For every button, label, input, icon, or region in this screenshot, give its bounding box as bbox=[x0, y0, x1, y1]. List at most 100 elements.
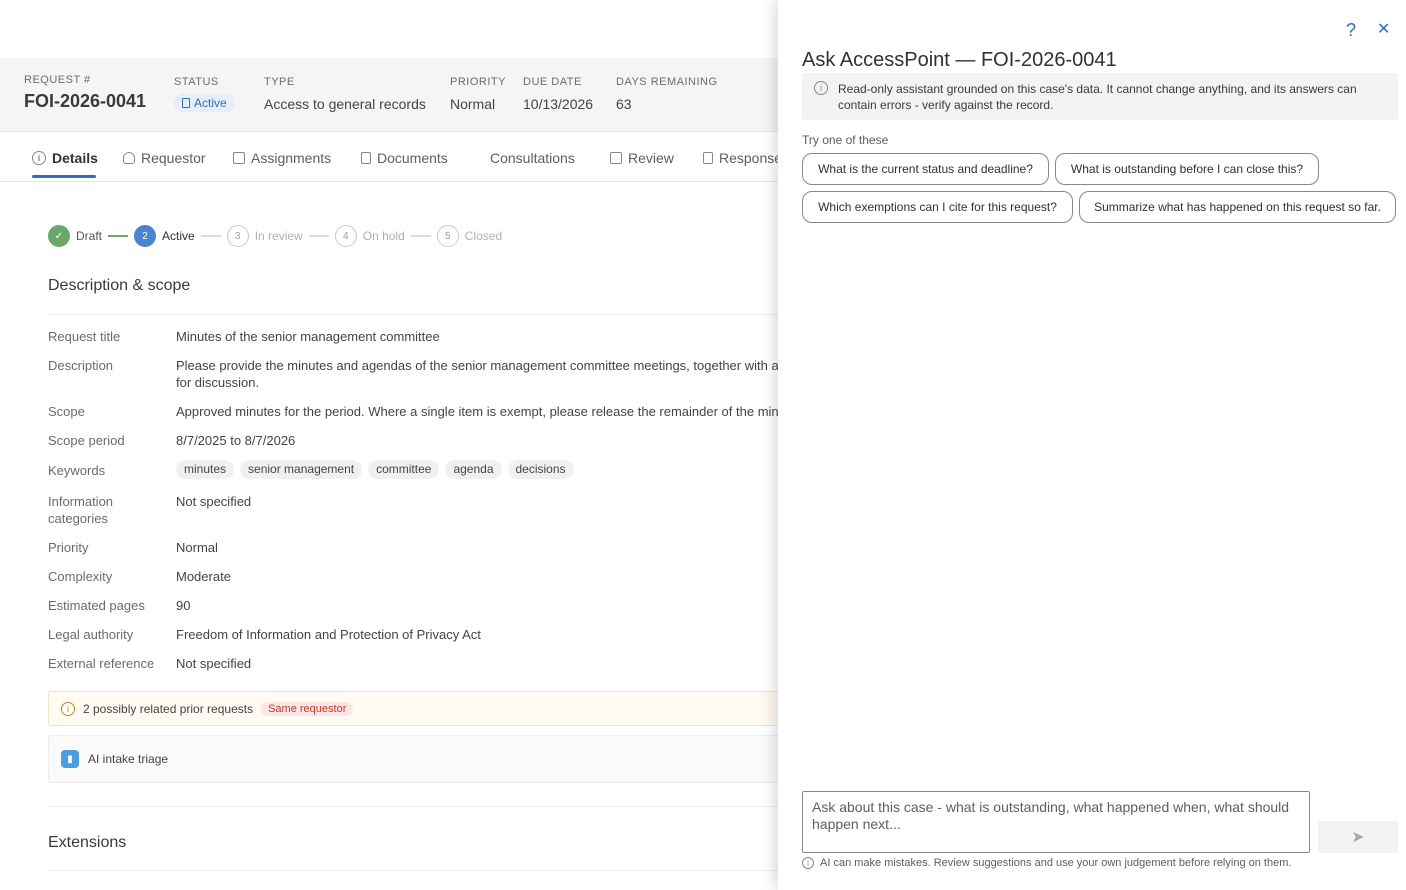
keyword-chip: senior management bbox=[240, 460, 363, 479]
summary-status: STATUS Active bbox=[174, 76, 235, 112]
step-in-review-marker: 3 bbox=[226, 225, 249, 247]
info-icon: i bbox=[802, 857, 814, 869]
read-only-notice: i Read-only assistant grounded on this c… bbox=[802, 73, 1398, 120]
section-divider bbox=[48, 806, 788, 807]
close-icon[interactable]: ✕ bbox=[1377, 20, 1390, 40]
step-active-label: Active bbox=[162, 229, 195, 243]
read-only-notice-text: Read-only assistant grounded on this cas… bbox=[838, 82, 1357, 112]
field-value: Not specified bbox=[176, 656, 252, 671]
suggestion-exemptions[interactable]: Which exemptions can I cite for this req… bbox=[802, 191, 1073, 223]
keyword-chip: committee bbox=[368, 460, 440, 479]
tab-documents[interactable]: Documents bbox=[361, 146, 448, 170]
tab-consultations[interactable]: Consultations bbox=[490, 146, 575, 170]
suggestion-summarize-history[interactable]: Summarize what has happened on this requ… bbox=[1079, 191, 1396, 223]
field-label: Scope period bbox=[48, 433, 125, 448]
send-icon: ➤ bbox=[1351, 829, 1365, 846]
keyword-chip: agenda bbox=[445, 460, 502, 479]
step-connector bbox=[410, 235, 431, 237]
step-on-hold-label: On hold bbox=[362, 229, 405, 243]
tab-review-label: Review bbox=[628, 150, 674, 166]
same-requestor-badge: Same requestor bbox=[261, 701, 354, 716]
request-number: FOI-2026-0041 bbox=[24, 91, 147, 111]
status-badge-text: Active bbox=[194, 96, 227, 110]
status-badge: Active bbox=[174, 94, 235, 112]
ai-intake-triage-card[interactable]: ▮ AI intake triage bbox=[48, 735, 788, 783]
summary-type: TYPE Access to general records bbox=[264, 76, 426, 112]
tab-response[interactable]: Response bbox=[703, 146, 782, 170]
assignments-icon bbox=[233, 152, 245, 164]
due-date-value: 10/13/2026 bbox=[523, 96, 594, 112]
keyword-chip: minutes bbox=[176, 460, 235, 479]
step-active-marker: 2 bbox=[134, 225, 157, 247]
ai-intake-triage-label: AI intake triage bbox=[88, 752, 169, 766]
ask-question-input[interactable] bbox=[802, 791, 1310, 853]
field-label: Priority bbox=[48, 540, 89, 555]
field-value-continued: for discussion. bbox=[176, 375, 260, 390]
field-value: Moderate bbox=[176, 569, 231, 584]
field-label: Keywords bbox=[48, 463, 106, 478]
section-divider bbox=[48, 870, 788, 871]
send-button[interactable]: ➤ bbox=[1318, 821, 1398, 853]
type-value: Access to general records bbox=[264, 96, 426, 112]
tab-response-label: Response bbox=[719, 150, 783, 166]
priority-label: PRIORITY bbox=[450, 76, 506, 88]
lock-icon bbox=[703, 152, 713, 164]
tab-details-label: Details bbox=[52, 150, 98, 166]
step-draft: ✓ Draft bbox=[48, 225, 102, 247]
related-requests-text: 2 possibly related prior requests bbox=[83, 701, 254, 716]
field-label: Information categories bbox=[48, 494, 114, 526]
related-requests-notice[interactable]: i 2 possibly related prior requests Same… bbox=[48, 691, 788, 726]
step-closed-marker: 5 bbox=[436, 225, 459, 247]
keyword-chips: minutes senior management committee agenda d… bbox=[176, 460, 788, 479]
request-number-label: REQUEST # bbox=[24, 74, 91, 86]
days-remaining-label: DAYS REMAINING bbox=[616, 76, 718, 88]
step-on-hold-marker: 4 bbox=[334, 225, 357, 247]
step-active: 2 Active bbox=[134, 225, 195, 247]
tab-review[interactable]: Review bbox=[610, 146, 674, 170]
step-on-hold: 4 On hold bbox=[334, 225, 405, 247]
suggestions-label: Try one of these bbox=[802, 133, 889, 147]
step-draft-label: Draft bbox=[76, 229, 103, 243]
section-title-extensions: Extensions bbox=[48, 834, 127, 851]
suggestion-outstanding-before-close[interactable]: What is outstanding before I can close t… bbox=[1055, 153, 1319, 185]
keyword-chip: decisions bbox=[507, 460, 574, 479]
tab-requestor-label: Requestor bbox=[141, 150, 206, 166]
section-title-description: Description & scope bbox=[48, 277, 191, 294]
type-label: TYPE bbox=[264, 76, 295, 88]
step-draft-marker: ✓ bbox=[48, 225, 70, 247]
field-value: Not specified bbox=[176, 494, 252, 509]
tab-details[interactable]: i Details bbox=[32, 146, 98, 170]
tab-documents-label: Documents bbox=[377, 150, 448, 166]
person-icon bbox=[123, 152, 135, 164]
status-stepper: ✓ Draft 2 Active 3 In review 4 On hold 5… bbox=[48, 224, 502, 248]
tab-consultations-label: Consultations bbox=[490, 150, 575, 166]
tab-assignments-label: Assignments bbox=[251, 150, 332, 166]
review-icon bbox=[610, 152, 622, 164]
field-label: Request title bbox=[48, 329, 121, 344]
field-label: External reference bbox=[48, 656, 155, 671]
tab-requestor[interactable]: Requestor bbox=[123, 146, 206, 170]
tab-assignments[interactable]: Assignments bbox=[233, 146, 331, 170]
days-remaining-value: 63 bbox=[616, 96, 632, 112]
help-icon[interactable]: ? bbox=[1346, 20, 1356, 40]
field-value: Please provide the minutes and agendas o… bbox=[176, 358, 779, 373]
section-divider bbox=[48, 314, 788, 315]
info-icon: i bbox=[32, 151, 46, 165]
step-connector bbox=[200, 235, 221, 237]
field-value: Minutes of the senior management committ… bbox=[176, 329, 440, 344]
suggestion-status-deadline[interactable]: What is the current status and deadline? bbox=[802, 153, 1049, 185]
step-connector bbox=[108, 235, 129, 237]
panel-header-actions: ? ✕ bbox=[1346, 20, 1406, 40]
ai-disclaimer: i AI can make mistakes. Review suggestio… bbox=[802, 857, 1291, 869]
document-icon bbox=[361, 152, 371, 164]
summary-priority: PRIORITY Normal bbox=[450, 76, 506, 112]
field-label: Description bbox=[48, 358, 114, 373]
info-icon: i bbox=[61, 701, 75, 716]
status-label: STATUS bbox=[174, 76, 219, 88]
summary-due-date: DUE DATE 10/13/2026 bbox=[523, 76, 593, 112]
field-label: Scope bbox=[48, 404, 85, 419]
step-in-review: 3 In review bbox=[226, 225, 303, 247]
field-value: Normal bbox=[176, 540, 218, 555]
ai-disclaimer-text: AI can make mistakes. Review suggestions… bbox=[820, 857, 1292, 869]
info-icon: i bbox=[814, 81, 828, 95]
